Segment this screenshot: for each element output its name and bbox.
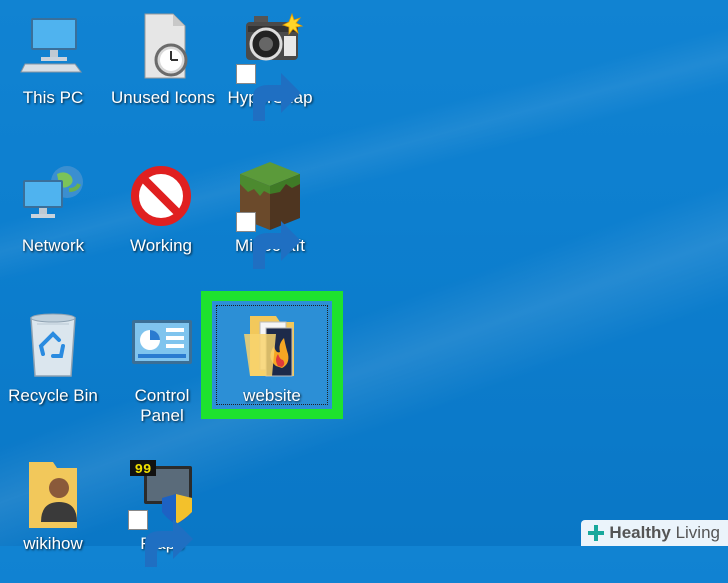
icon-label: website <box>243 386 301 405</box>
icon-label: Recycle Bin <box>8 386 98 405</box>
desktop-icon-minecraft[interactable]: Minecraft <box>218 160 322 269</box>
icon-label: This PC <box>22 88 84 107</box>
shortcut-arrow-icon <box>236 212 301 269</box>
desktop-icon-website[interactable]: website <box>220 310 324 406</box>
network-globe-icon <box>17 160 89 232</box>
hypersnap-camera-icon <box>234 12 306 121</box>
watermark-text: Healthy Living <box>609 523 720 543</box>
desktop-icon-working[interactable]: Working <box>109 160 213 256</box>
this-pc-icon <box>17 12 89 84</box>
user-folder-icon <box>17 458 89 530</box>
icon-label: Network <box>21 236 85 255</box>
desktop-icon-network[interactable]: Network <box>1 160 105 256</box>
icon-label: Working <box>129 236 193 255</box>
shortcut-arrow-icon <box>236 64 301 121</box>
recycle-bin-icon <box>17 310 89 382</box>
desktop-icon-unused-icons[interactable]: Unused Icons <box>111 12 215 108</box>
desktop-icon-this-pc[interactable]: This PC <box>1 12 105 108</box>
icon-label: Control Panel <box>134 386 190 425</box>
icon-label: wikihow <box>23 534 83 553</box>
healthy-living-watermark: Healthy Living <box>581 520 728 546</box>
folder-icon <box>236 310 308 382</box>
fraps-icon: 99 <box>126 458 198 567</box>
no-sign-icon <box>125 160 197 232</box>
desktop-icon-wikihow[interactable]: wikihow <box>1 458 105 554</box>
minecraft-grass-block-icon <box>234 160 306 269</box>
file-clock-icon <box>127 12 199 84</box>
desktop-icon-fraps[interactable]: 99 Fraps <box>110 458 214 567</box>
svg-text:99: 99 <box>135 462 152 478</box>
watermark-brand: Healthy <box>609 523 671 542</box>
desktop-icon-recycle-bin[interactable]: Recycle Bin <box>1 310 105 406</box>
desktop-icon-control-panel[interactable]: Control Panel <box>110 310 214 426</box>
watermark-brand-2: Living <box>675 523 720 542</box>
plus-leaf-icon <box>588 525 605 541</box>
control-panel-icon <box>126 310 198 382</box>
desktop-icon-hypersnap[interactable]: HyperSnap <box>218 12 322 121</box>
shortcut-arrow-icon <box>128 510 193 567</box>
icon-label: Unused Icons <box>111 88 215 107</box>
